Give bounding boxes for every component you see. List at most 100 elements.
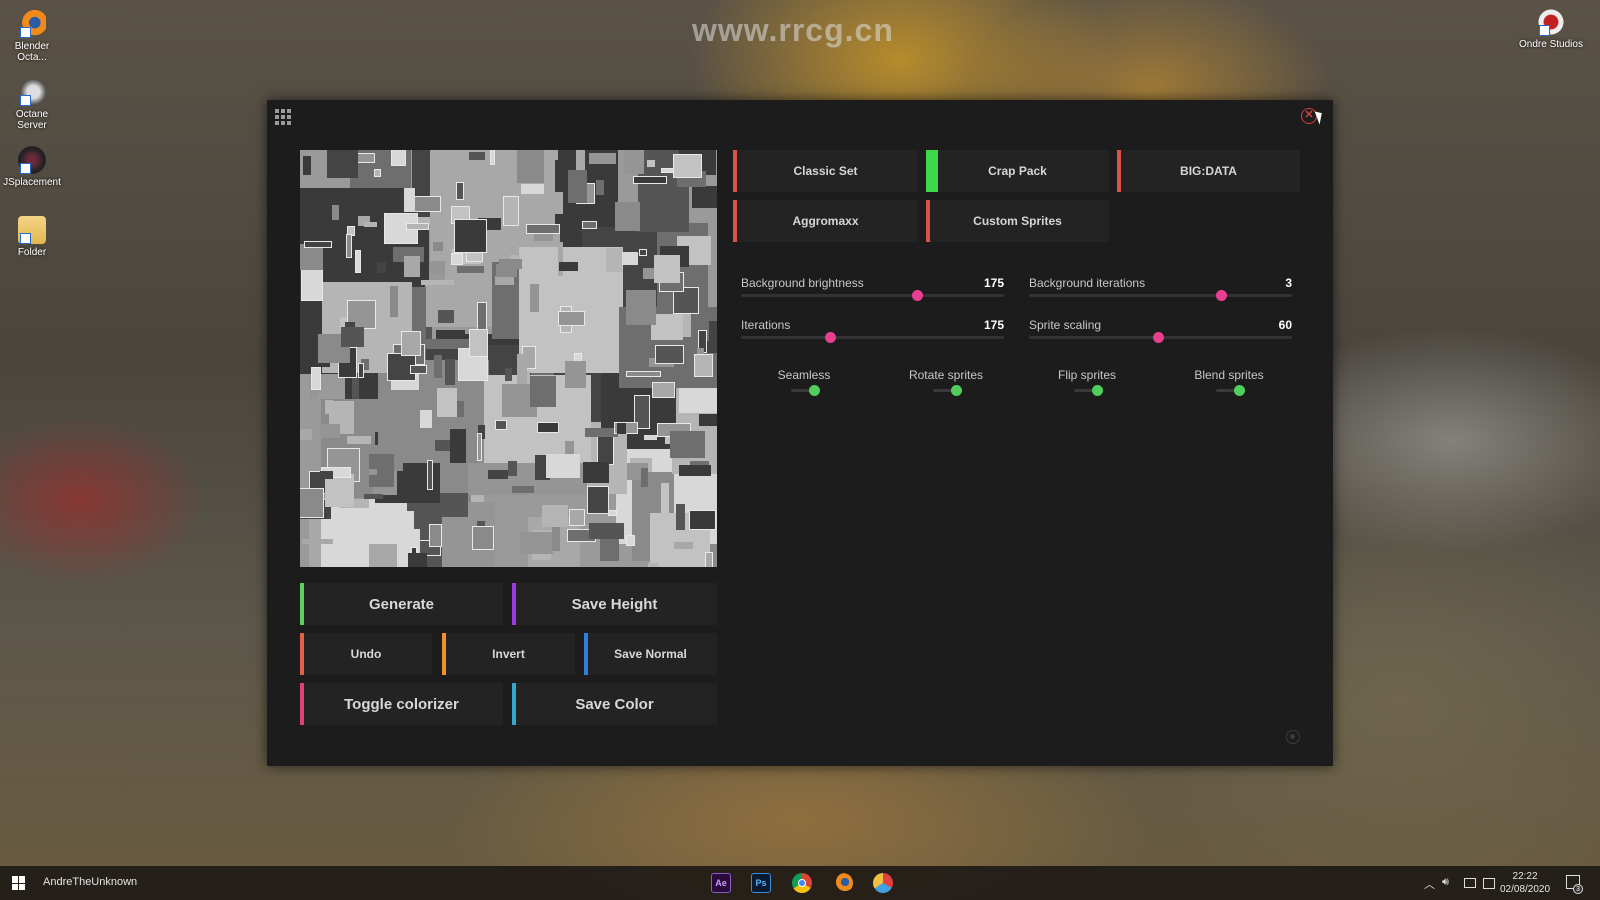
slider-background-iterations[interactable]: Background iterations 3 [1029, 276, 1292, 312]
pack-big-data[interactable]: BIG:DATA [1117, 150, 1300, 192]
texture-block [507, 461, 517, 477]
texture-block [581, 221, 597, 230]
toggle-switch[interactable] [1074, 385, 1103, 396]
texture-block [434, 355, 442, 378]
slider-value: 3 [1285, 276, 1292, 290]
desktop-icon-octane-server[interactable]: Octane Server [0, 78, 64, 131]
network-icon[interactable] [1464, 878, 1476, 888]
pack-custom-sprites[interactable]: Custom Sprites [926, 200, 1109, 242]
toggle-colorizer-button[interactable]: Toggle colorizer [300, 683, 503, 725]
texture-block [643, 434, 657, 441]
texture-block [456, 266, 485, 274]
undo-button[interactable]: Undo [300, 633, 432, 675]
texture-block [412, 196, 441, 212]
texture-block [496, 263, 518, 277]
slider-knob[interactable] [1215, 290, 1227, 301]
texture-block [537, 421, 560, 434]
slider-knob[interactable] [825, 332, 837, 343]
toggle-switch[interactable] [1216, 385, 1245, 396]
texture-block [615, 202, 640, 231]
slider-track[interactable] [741, 294, 1004, 297]
desktop-icon-label: JSplacement [3, 177, 61, 188]
desktop-icon-ondre-studios[interactable]: Ondre Studios [1519, 8, 1583, 50]
texture-block [494, 420, 508, 430]
desktop-icon-blender-octane[interactable]: Blender Octa... [0, 10, 64, 63]
texture-block [641, 468, 648, 487]
slider-background-brightness[interactable]: Background brightness 175 [741, 276, 1004, 312]
texture-block [476, 432, 483, 462]
texture-block [542, 505, 569, 528]
texture-block [678, 464, 711, 476]
texture-block [437, 309, 455, 323]
texture-block [390, 285, 399, 317]
desktop-icon-label: Ondre Studios [1519, 39, 1583, 50]
save-color-button[interactable]: Save Color [512, 683, 717, 725]
toggle-rotate-sprites[interactable]: Rotate sprites [881, 368, 1011, 404]
windows-start-icon[interactable] [12, 876, 26, 890]
save-color-label: Save Color [575, 695, 654, 713]
texture-block [429, 524, 442, 547]
chrome-icon[interactable] [792, 873, 812, 893]
texture-block [589, 153, 617, 164]
texture-block [442, 150, 452, 176]
texture-block [391, 150, 406, 166]
toggle-blend-sprites[interactable]: Blend sprites [1164, 368, 1294, 404]
generate-label: Generate [368, 595, 435, 613]
slider-sprite-scaling[interactable]: Sprite scaling 60 [1029, 318, 1292, 354]
toggle-knob [809, 385, 820, 396]
tray-overflow-icon[interactable]: ︿ [1424, 876, 1435, 892]
texture-block [355, 249, 362, 274]
texture-block [450, 429, 467, 463]
notification-count: 3 [1573, 884, 1583, 894]
toggle-seamless[interactable]: Seamless [739, 368, 869, 404]
texture-block [625, 535, 635, 546]
texture-block [655, 344, 684, 365]
slider-iterations[interactable]: Iterations 175 [741, 318, 1004, 354]
texture-block [404, 187, 416, 213]
pack-label: BIG:DATA [1180, 164, 1237, 178]
invert-label: Invert [492, 647, 525, 661]
davinci-resolve-icon[interactable] [873, 873, 893, 893]
texture-block [704, 552, 713, 567]
slider-track[interactable] [1029, 294, 1292, 297]
invert-accent [442, 633, 446, 675]
slider-label: Sprite scaling [1029, 318, 1102, 332]
texture-block [503, 195, 520, 226]
photoshop-icon[interactable]: Ps [751, 873, 771, 893]
texture-block [647, 159, 656, 168]
texture-block [651, 314, 684, 340]
slider-knob[interactable] [912, 290, 924, 301]
slider-knob[interactable] [1152, 332, 1164, 343]
volume-icon[interactable]: 🔊︎ [1442, 876, 1449, 889]
pack-crap-pack[interactable]: Crap Pack [926, 150, 1109, 192]
toggle-switch[interactable] [791, 385, 820, 396]
desktop-icon-jsplacement[interactable]: JSplacement [0, 146, 64, 188]
clock[interactable]: 22:22 02/08/2020 [1500, 870, 1550, 896]
pack-label: Classic Set [793, 164, 858, 178]
title-bar[interactable]: ✕ [267, 100, 1333, 132]
texture-block [661, 482, 670, 516]
pack-aggromaxx[interactable]: Aggromaxx [733, 200, 918, 242]
pack-classic-set[interactable]: Classic Set [733, 150, 918, 192]
texture-block [376, 262, 387, 273]
toggle-flip-sprites[interactable]: Flip sprites [1022, 368, 1152, 404]
save-height-button[interactable]: Save Height [512, 583, 717, 625]
desktop-icon-label: Folder [17, 247, 47, 258]
after-effects-icon[interactable]: Ae [711, 873, 731, 893]
jsplacement-icon [18, 146, 46, 174]
blender-icon[interactable] [833, 873, 853, 893]
slider-track[interactable] [741, 336, 1004, 339]
invert-button[interactable]: Invert [442, 633, 575, 675]
save-normal-button[interactable]: Save Normal [584, 633, 717, 675]
desktop-icon-folder[interactable]: Folder [0, 216, 64, 258]
display-icon[interactable] [1483, 878, 1495, 889]
slider-value: 175 [983, 318, 1004, 332]
texture-block [672, 154, 703, 178]
texture-block [670, 430, 705, 458]
texture-block [595, 271, 622, 291]
menu-grid-icon[interactable] [275, 109, 291, 125]
toggle-switch[interactable] [933, 385, 962, 396]
resize-grip-icon[interactable] [1286, 730, 1300, 744]
generate-button[interactable]: Generate [300, 583, 503, 625]
texture-block [525, 224, 560, 234]
